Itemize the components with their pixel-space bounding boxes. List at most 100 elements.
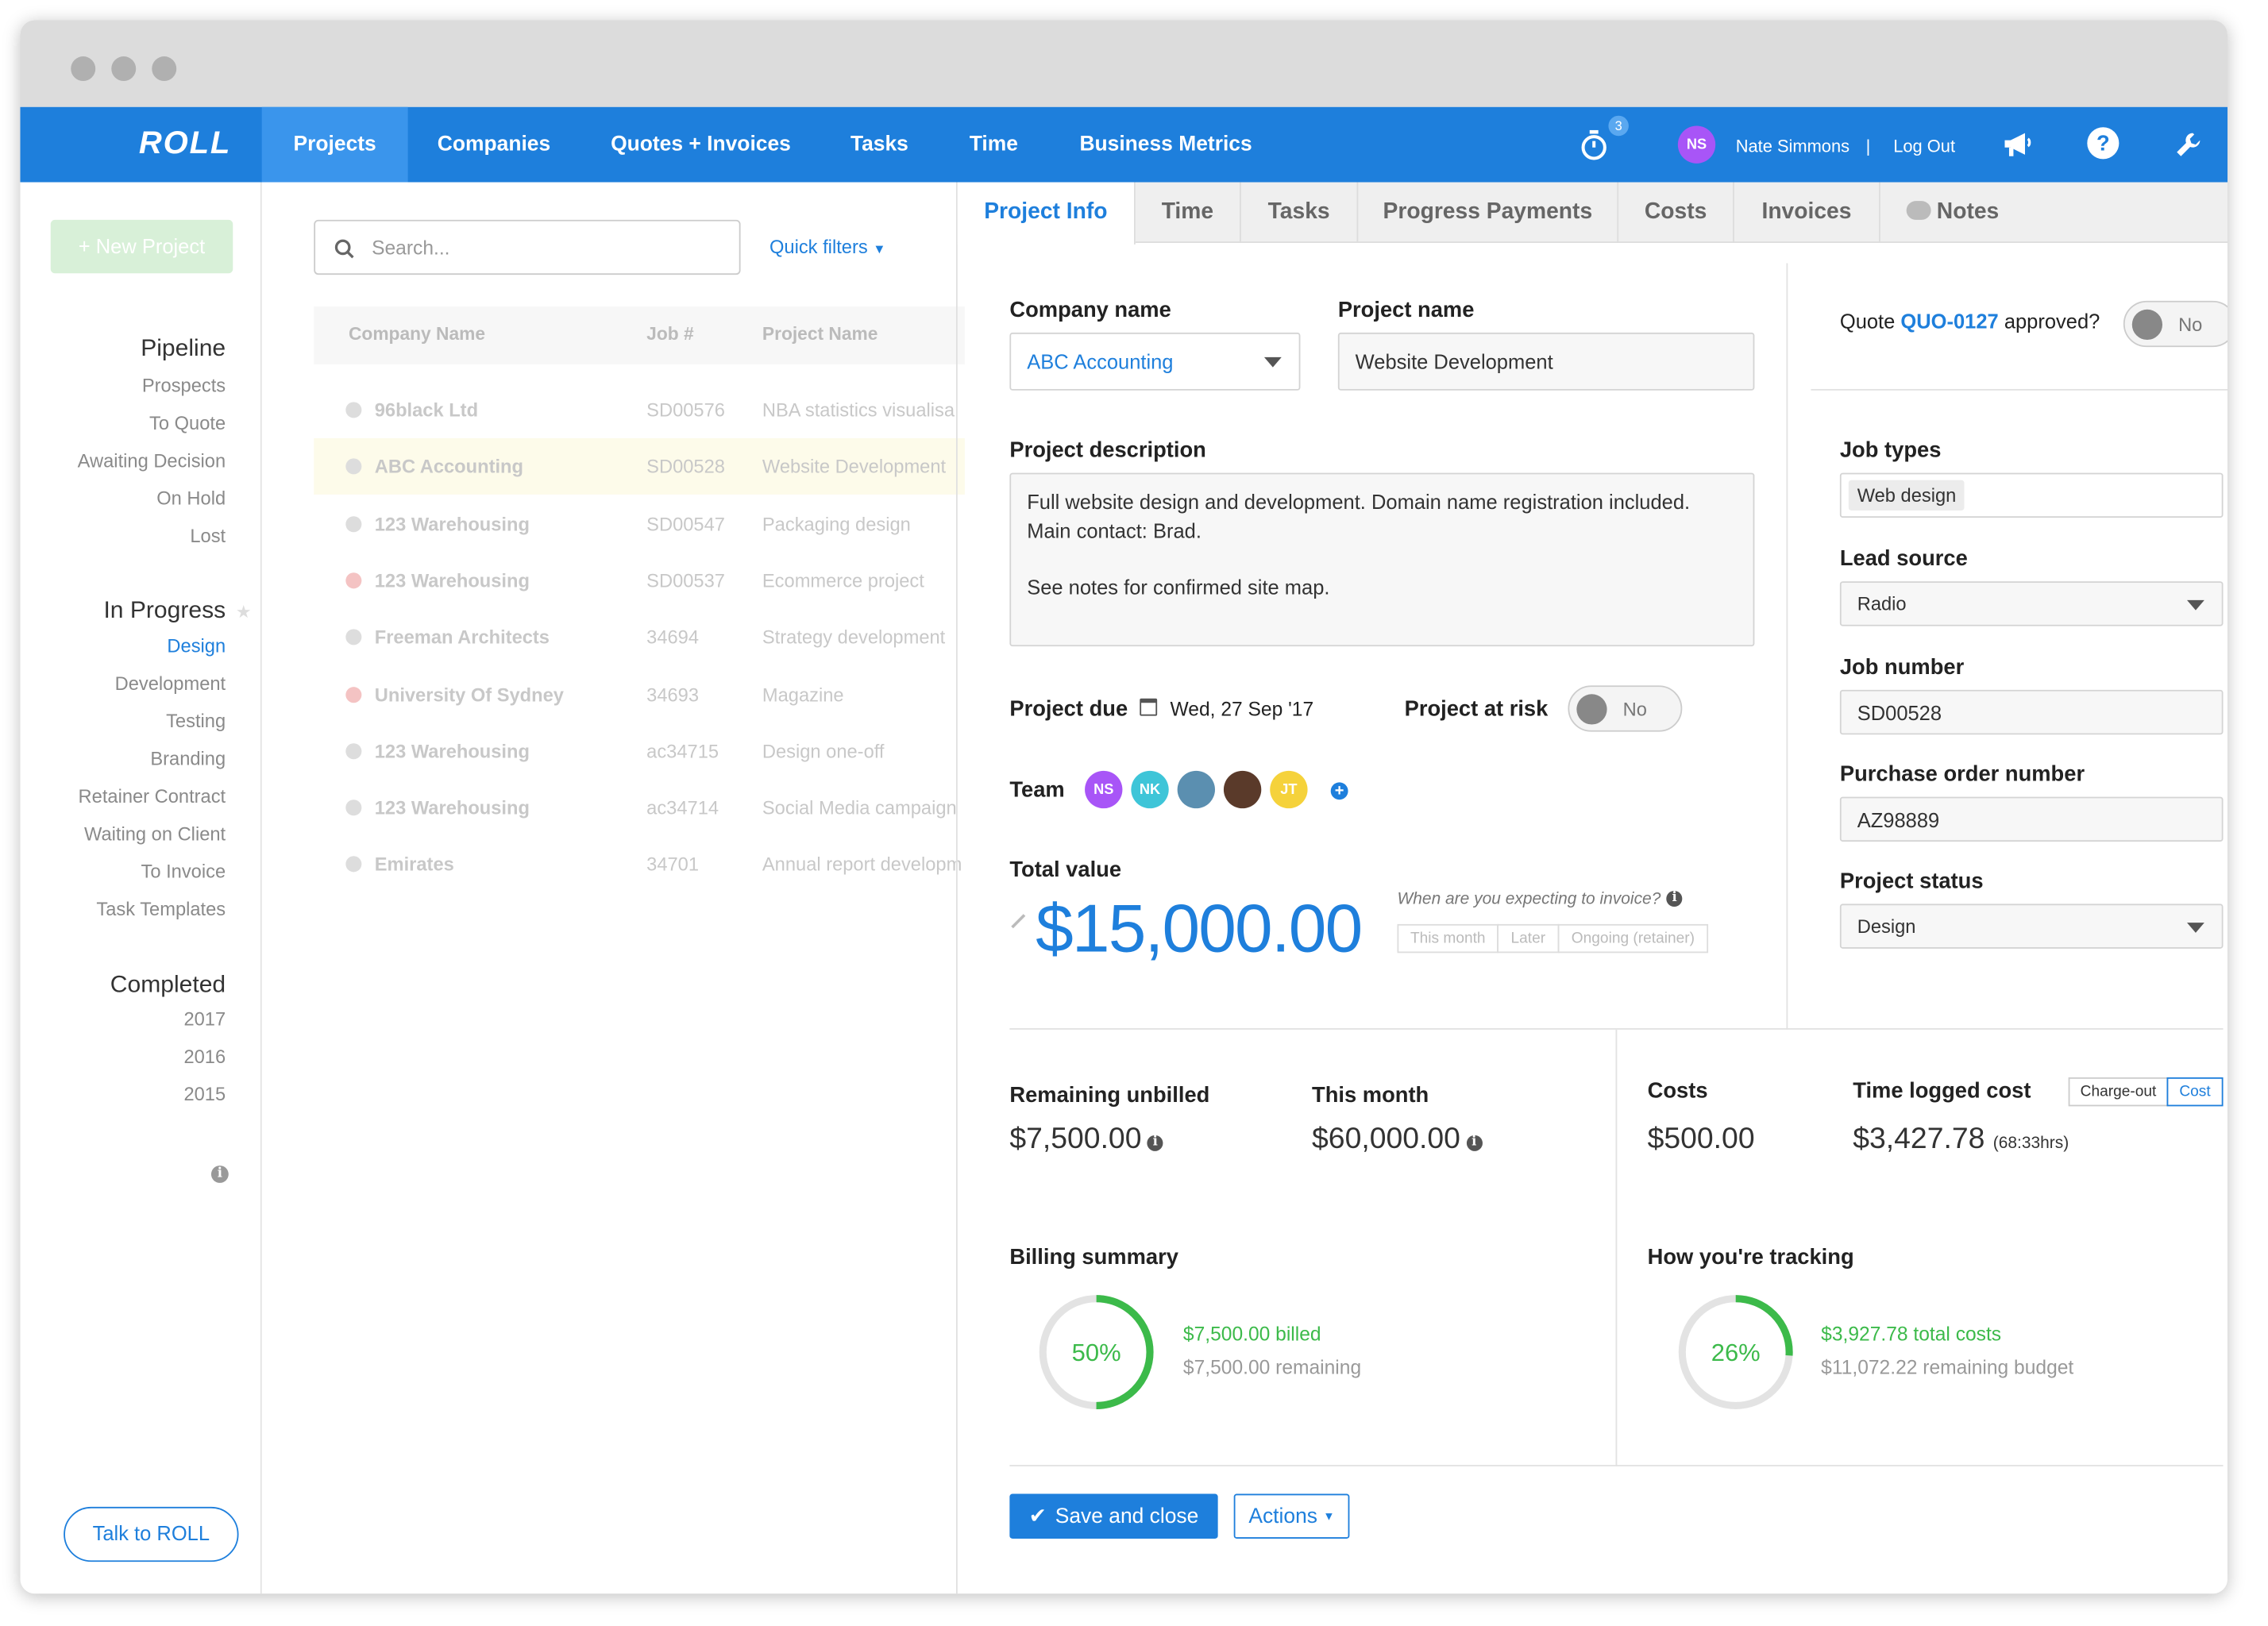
tab-notes[interactable]: Notes bbox=[1880, 183, 2025, 244]
status-icon bbox=[345, 572, 362, 589]
job-number-input[interactable]: SD00528 bbox=[1839, 689, 2224, 735]
sidebar-item-2015[interactable]: 2015 bbox=[183, 1083, 226, 1104]
sidebar-item-2016[interactable]: 2016 bbox=[183, 1046, 226, 1067]
quick-filters-dropdown[interactable]: Quick filters ▼ bbox=[770, 236, 886, 257]
sidebar-item-retainer-contract[interactable]: Retainer Contract bbox=[79, 785, 226, 807]
sidebar-item-to-invoice[interactable]: To Invoice bbox=[141, 861, 226, 882]
sidebar-item-to-quote[interactable]: To Quote bbox=[149, 412, 226, 433]
status-icon bbox=[345, 515, 362, 532]
roll-logo[interactable]: ROLL bbox=[139, 125, 231, 162]
sidebar-heading-pipeline[interactable]: Pipeline bbox=[141, 336, 226, 364]
team-member-avatar[interactable]: NK bbox=[1131, 770, 1169, 809]
window-close-dot[interactable] bbox=[71, 56, 96, 81]
quote-approved-toggle[interactable]: No bbox=[2123, 300, 2228, 348]
tab-costs[interactable]: Costs bbox=[1618, 182, 1734, 243]
tab-invoices[interactable]: Invoices bbox=[1734, 182, 1880, 243]
column-company-name[interactable]: Company Name bbox=[349, 324, 485, 345]
quote-link[interactable]: QUO-0127 bbox=[1900, 310, 1998, 333]
table-row[interactable]: 123 Warehousing SD00537 Ecommerce project bbox=[314, 553, 965, 609]
team-member-avatar[interactable]: NS bbox=[1085, 770, 1123, 809]
project-name-input[interactable]: Website Development bbox=[1337, 332, 1755, 391]
job-number-value: SD00528 bbox=[1857, 700, 1942, 724]
info-icon[interactable]: i bbox=[1466, 1135, 1483, 1151]
row-project-name: Strategy development bbox=[762, 626, 946, 649]
talk-to-roll-button[interactable]: Talk to ROLL bbox=[64, 1506, 239, 1562]
billing-remaining: $7,500.00 remaining bbox=[1182, 1356, 1362, 1378]
project-at-risk-toggle[interactable]: No bbox=[1568, 685, 1683, 732]
sidebar-item-awaiting-decision[interactable]: Awaiting Decision bbox=[78, 449, 226, 471]
invoice-option-later[interactable]: Later bbox=[1497, 923, 1560, 954]
company-name-select[interactable]: ABC Accounting bbox=[1009, 332, 1301, 391]
table-row[interactable]: 123 Warehousing ac34715 Design one-off bbox=[314, 722, 965, 779]
team-member-avatar[interactable]: JT bbox=[1270, 770, 1308, 809]
project-status-select[interactable]: Design bbox=[1839, 904, 2224, 949]
total-value-amount[interactable]: $15,000.00 bbox=[1036, 888, 1363, 967]
sidebar-item-design[interactable]: Design bbox=[167, 635, 226, 657]
job-type-tag[interactable]: Web design bbox=[1848, 480, 1965, 511]
table-row[interactable]: 123 Warehousing ac34714 Social Media campa… bbox=[314, 780, 965, 836]
team-member-avatar[interactable] bbox=[1177, 770, 1215, 809]
nav-time[interactable]: Time bbox=[937, 107, 1050, 183]
star-icon[interactable]: ★ bbox=[236, 602, 252, 622]
tab-tasks[interactable]: Tasks bbox=[1241, 182, 1359, 243]
invoice-option-this-month[interactable]: This month bbox=[1397, 923, 1498, 954]
sidebar-item-task-templates[interactable]: Task Templates bbox=[96, 898, 226, 919]
job-types-input[interactable]: Web design bbox=[1839, 472, 2224, 518]
stopwatch-icon[interactable] bbox=[1576, 127, 1611, 162]
info-icon[interactable]: i bbox=[1147, 1135, 1163, 1151]
purchase-order-input[interactable]: AZ98889 bbox=[1839, 796, 2224, 842]
row-project-name: Social Media campaign bbox=[762, 796, 957, 819]
column-project-name[interactable]: Project Name bbox=[762, 324, 878, 345]
sidebar-item-lost[interactable]: Lost bbox=[190, 525, 226, 546]
tab-time[interactable]: Time bbox=[1136, 182, 1241, 243]
nav-projects[interactable]: Projects bbox=[261, 106, 408, 183]
nav-companies[interactable]: Companies bbox=[408, 107, 580, 183]
sidebar-item-branding[interactable]: Branding bbox=[150, 748, 226, 769]
nav-business-metrics[interactable]: Business Metrics bbox=[1050, 107, 1281, 183]
actions-dropdown-button[interactable]: Actions ▼ bbox=[1233, 1493, 1350, 1539]
toggle-charge-out[interactable]: Charge-out bbox=[2068, 1077, 2169, 1107]
window-maximize-dot[interactable] bbox=[152, 56, 177, 81]
help-icon[interactable]: ? bbox=[2087, 127, 2120, 160]
column-job-number[interactable]: Job # bbox=[646, 324, 693, 345]
logout-link[interactable]: Log Out bbox=[1893, 136, 1955, 156]
sidebar-item-waiting-on-client[interactable]: Waiting on Client bbox=[84, 823, 226, 844]
sidebar-item-2017[interactable]: 2017 bbox=[183, 1008, 226, 1030]
table-row[interactable]: Emirates 34701 Annual report developm bbox=[314, 836, 965, 892]
new-project-button[interactable]: + New Project bbox=[50, 219, 233, 274]
table-row[interactable]: University Of Sydney 34693 Magazine bbox=[314, 666, 965, 722]
nav-tasks[interactable]: Tasks bbox=[822, 107, 938, 183]
sidebar-item-on-hold[interactable]: On Hold bbox=[156, 487, 226, 509]
user-name[interactable]: Nate Simmons bbox=[1736, 136, 1850, 156]
sidebar-heading-completed[interactable]: Completed bbox=[110, 972, 226, 1000]
table-row[interactable]: Freeman Architects 34694 Strategy developm… bbox=[314, 609, 965, 665]
table-row[interactable]: 96black Ltd SD00576 NBA statistics visuali… bbox=[314, 382, 965, 438]
job-types-label: Job types bbox=[1839, 437, 1942, 463]
user-avatar[interactable]: NS bbox=[1677, 125, 1716, 164]
project-due-value[interactable]: Wed, 27 Sep '17 bbox=[1171, 699, 1314, 720]
pencil-icon[interactable] bbox=[1011, 914, 1026, 929]
sidebar-item-testing[interactable]: Testing bbox=[166, 710, 226, 731]
nav-quotes-invoices[interactable]: Quotes + Invoices bbox=[580, 107, 821, 183]
tab-project-info[interactable]: Project Info bbox=[957, 182, 1136, 245]
window-minimize-dot[interactable] bbox=[111, 56, 137, 81]
project-description-textarea[interactable]: Full website design and development. Dom… bbox=[1009, 472, 1755, 647]
team-member-avatar[interactable] bbox=[1223, 770, 1262, 809]
info-icon[interactable]: i bbox=[1666, 891, 1683, 907]
table-row[interactable]: ABC Accounting SD00528 Website Development bbox=[314, 438, 965, 495]
lead-source-select[interactable]: Radio bbox=[1839, 581, 2224, 626]
megaphone-icon[interactable] bbox=[1999, 127, 2036, 162]
wrench-icon[interactable] bbox=[2171, 127, 2206, 162]
toggle-cost[interactable]: Cost bbox=[2166, 1077, 2224, 1107]
invoice-option-ongoing[interactable]: Ongoing (retainer) bbox=[1557, 923, 1709, 954]
calendar-icon[interactable] bbox=[1140, 698, 1158, 716]
table-row[interactable]: 123 Warehousing SD00547 Packaging design bbox=[314, 495, 965, 552]
sidebar-heading-in-progress[interactable]: In Progress bbox=[103, 597, 226, 625]
add-team-member-icon[interactable]: + bbox=[1330, 782, 1348, 800]
info-icon[interactable]: i bbox=[210, 1166, 229, 1183]
sidebar-item-development[interactable]: Development bbox=[115, 672, 226, 694]
search-input[interactable]: Search... bbox=[314, 219, 741, 275]
tab-progress-payments[interactable]: Progress Payments bbox=[1358, 182, 1619, 243]
save-and-close-button[interactable]: ✔ Save and close bbox=[1009, 1493, 1218, 1539]
sidebar-item-prospects[interactable]: Prospects bbox=[142, 375, 226, 396]
